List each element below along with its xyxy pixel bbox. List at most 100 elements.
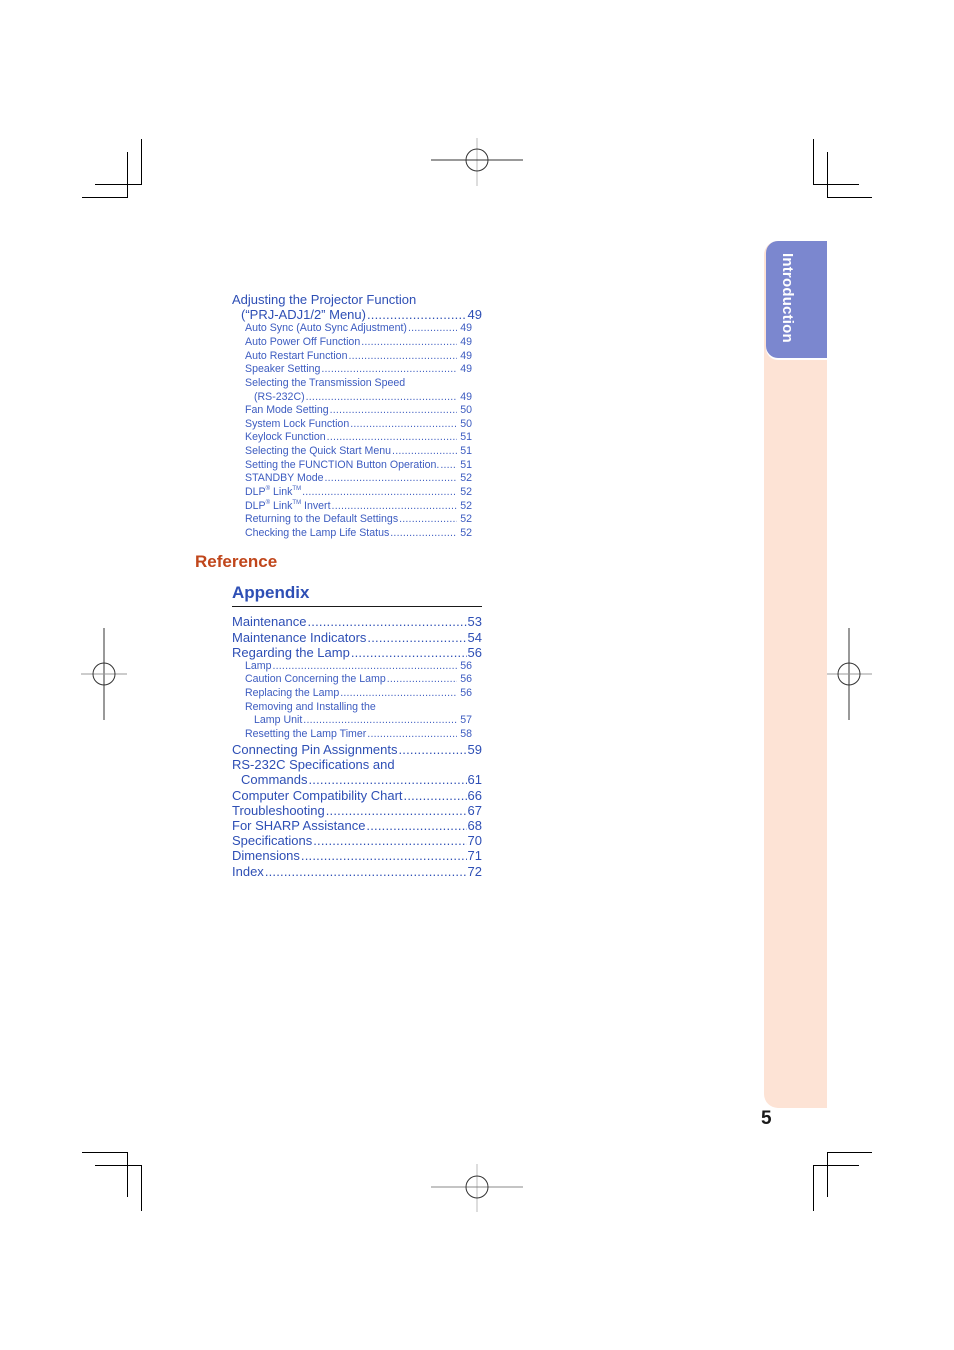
- toc-entry-page: 51: [460, 445, 472, 457]
- toc-entry[interactable]: Index 72: [232, 864, 482, 879]
- toc-entry[interactable]: Auto Restart Function 49: [245, 350, 472, 363]
- toc-entry-page: 59: [467, 742, 482, 757]
- toc-leader-dots: [440, 459, 457, 472]
- toc-entry-label: Auto Sync (Auto Sync Adjustment): [245, 322, 407, 334]
- toc-entry-label: STANDBY Mode: [245, 472, 324, 484]
- toc-entry[interactable]: Fan Mode Setting 50: [245, 404, 472, 417]
- toc-entry[interactable]: Replacing the Lamp 56: [245, 687, 472, 700]
- toc-entry[interactable]: Auto Sync (Auto Sync Adjustment) 49: [245, 322, 472, 335]
- toc-entry[interactable]: Selecting the Transmission Speed: [245, 377, 472, 390]
- toc-entry-page: 58: [460, 728, 472, 740]
- toc-entry-label: Replacing the Lamp: [245, 687, 340, 699]
- toc-entry[interactable]: Lamp 56: [245, 660, 472, 673]
- toc-entry[interactable]: Connecting Pin Assignments 59: [232, 742, 482, 757]
- toc-leader-dots: [398, 742, 466, 757]
- toc-entry[interactable]: Computer Compatibility Chart 66: [232, 788, 482, 803]
- toc-entry-label: Connecting Pin Assignments: [232, 742, 398, 757]
- toc-entry-page: 51: [460, 431, 472, 443]
- crop-mark-bottom-right: [813, 1165, 814, 1211]
- toc-entry-label: Specifications: [232, 833, 313, 848]
- toc-entry-page: 68: [467, 818, 482, 833]
- toc-leader-dots: [408, 322, 457, 335]
- section-tab-introduction[interactable]: [766, 241, 827, 358]
- toc-entry-label: Dimensions: [232, 848, 300, 863]
- toc-entry[interactable]: Dimensions 71: [232, 848, 482, 863]
- toc-entry-page: 49: [460, 391, 472, 403]
- toc-leader-dots: [301, 848, 467, 863]
- toc-entry[interactable]: DLP® LinkTM Invert 52: [245, 500, 472, 513]
- crop-mark-bottom-right: [827, 1152, 828, 1197]
- toc-entry[interactable]: For SHARP Assistance 68: [232, 818, 482, 833]
- toc-entry[interactable]: Specifications 70: [232, 833, 482, 848]
- toc-entry[interactable]: RS-232C Specifications and: [232, 757, 482, 772]
- toc-leader-dots: [327, 431, 458, 444]
- toc-entry[interactable]: Resetting the Lamp Timer 58: [245, 728, 472, 741]
- toc-entry[interactable]: Regarding the Lamp 56: [232, 645, 482, 660]
- toc-entry-page: 49: [460, 350, 472, 362]
- toc-entry[interactable]: (RS-232C) 49: [254, 391, 472, 404]
- toc-entry-page: 52: [460, 500, 472, 512]
- registration-mark-bottom: [431, 1164, 523, 1212]
- toc-entry[interactable]: Lamp Unit 57: [254, 714, 472, 727]
- toc-entry-label: Checking the Lamp Life Status: [245, 527, 390, 539]
- toc-entry-label: Auto Restart Function: [245, 350, 348, 362]
- toc-entry[interactable]: Checking the Lamp Life Status 52: [245, 527, 472, 540]
- toc-entry-page: 50: [460, 418, 472, 430]
- toc-entry-page: 49: [460, 336, 472, 348]
- toc-entry-page: 56: [460, 673, 472, 685]
- toc-entry-label: Resetting the Lamp Timer: [245, 728, 367, 740]
- toc-entry-page: 57: [460, 714, 472, 726]
- section-heading-reference: Reference: [195, 552, 278, 571]
- toc-entry-page: 56: [467, 645, 482, 660]
- toc-leader-dots: [348, 350, 457, 363]
- page-number: 5: [761, 1108, 772, 1129]
- toc-entry-page: 66: [467, 788, 482, 803]
- registration-mark-right: [826, 628, 872, 720]
- toc-entry[interactable]: Selecting the Quick Start Menu 51: [245, 445, 472, 458]
- toc-entry-label: Lamp: [245, 660, 272, 672]
- crop-mark-bottom-left: [141, 1165, 142, 1211]
- toc-entry-label: (RS-232C): [254, 391, 305, 403]
- toc-entry[interactable]: STANDBY Mode 52: [245, 472, 472, 485]
- toc-leader-dots: [307, 614, 466, 629]
- toc-entry-page: 54: [467, 630, 482, 645]
- toc-entry-label: Selecting the Transmission Speed: [245, 377, 406, 389]
- toc-leader-dots: [367, 728, 457, 741]
- toc-entry[interactable]: Commands 61: [241, 772, 482, 787]
- toc-entry-page: 49: [467, 307, 482, 322]
- toc-entry[interactable]: Setting the FUNCTION Button Operation. 51: [245, 459, 472, 472]
- toc-entry[interactable]: Troubleshooting 67: [232, 803, 482, 818]
- toc-entry-label: Caution Concerning the Lamp: [245, 673, 386, 685]
- crop-mark-top-right: [813, 184, 859, 185]
- toc-leader-dots: [399, 513, 457, 526]
- toc-entry-page: 56: [460, 687, 472, 699]
- toc-leader-dots: [273, 660, 458, 673]
- toc-entry-label: DLP® LinkTM: [245, 486, 302, 498]
- toc-entry[interactable]: Caution Concerning the Lamp 56: [245, 673, 472, 686]
- toc-entry-label: Returning to the Default Settings: [245, 513, 399, 525]
- toc-entry[interactable]: Speaker Setting 49: [245, 363, 472, 376]
- toc-entry[interactable]: DLP® LinkTM 52: [245, 486, 472, 499]
- toc-entry-label: Commands: [241, 772, 308, 787]
- toc-entry[interactable]: Returning to the Default Settings 52: [245, 513, 472, 526]
- crop-mark-top-left: [141, 139, 142, 185]
- toc-entry-label: Regarding the Lamp: [232, 645, 350, 660]
- toc-entry[interactable]: Adjusting the Projector Function: [232, 292, 482, 307]
- toc-entry[interactable]: Maintenance Indicators 54: [232, 630, 482, 645]
- toc-leader-dots: [302, 486, 457, 499]
- crop-mark-bottom-left: [95, 1165, 142, 1166]
- toc-entry-label: Troubleshooting: [232, 803, 325, 818]
- toc-entry[interactable]: Maintenance 53: [232, 614, 482, 629]
- toc-leader-dots: [265, 864, 467, 879]
- toc-entry[interactable]: System Lock Function 50: [245, 418, 472, 431]
- toc-entry[interactable]: (“PRJ-ADJ1/2” Menu) 49: [241, 307, 482, 322]
- toc-entry[interactable]: Removing and Installing the: [245, 701, 472, 714]
- crop-mark-bottom-right: [827, 1152, 872, 1153]
- toc-entry[interactable]: Keylock Function 51: [245, 431, 472, 444]
- toc-leader-dots: [326, 803, 467, 818]
- toc-leader-dots: [366, 818, 466, 833]
- toc-leader-dots: [390, 527, 457, 540]
- toc-leader-dots: [306, 391, 458, 404]
- toc-leader-dots: [332, 500, 458, 513]
- toc-entry[interactable]: Auto Power Off Function 49: [245, 336, 472, 349]
